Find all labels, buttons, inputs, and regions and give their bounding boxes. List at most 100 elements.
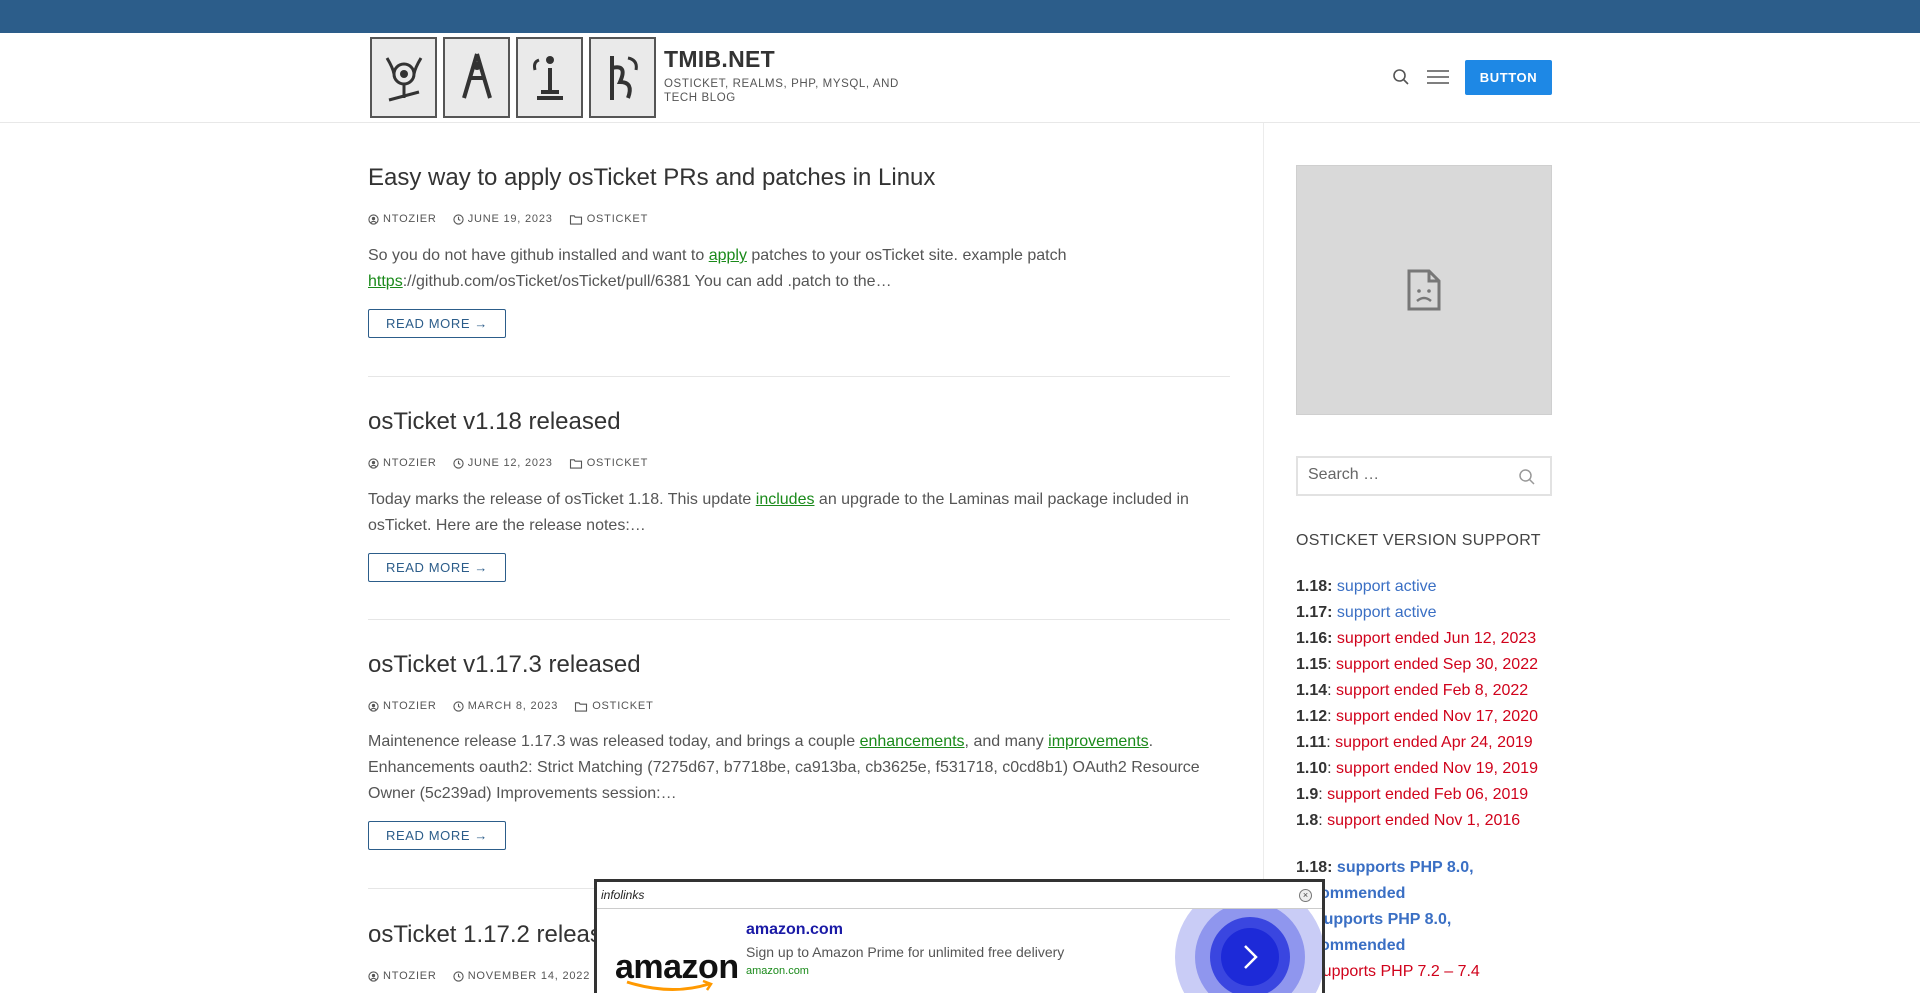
content-sidebar-divider [1263,123,1264,993]
version-row: 1.9: support ended Feb 06, 2019 [1296,782,1566,808]
sidebar-search-box [1296,456,1552,496]
post-meta: NTOZIER MARCH 8, 2023 OSTICKET [368,700,1230,712]
version-row: 1.17: support active [1296,600,1566,626]
site-logo[interactable] [370,37,656,120]
site-tagline: OSTICKET, REALMS, PHP, MYSQL, AND TECH B… [664,78,899,104]
excerpt-link[interactable]: enhancements [860,733,965,750]
post-category[interactable]: OSTICKET [569,213,648,225]
ad-description: Sign up to Amazon Prime for unlimited fr… [746,944,1065,960]
hamburger-menu-icon[interactable] [1427,68,1449,86]
post-author[interactable]: NTOZIER [368,213,437,225]
close-icon[interactable]: × [1299,889,1312,902]
post-date[interactable]: MARCH 8, 2023 [453,700,559,712]
version-status: support ended Feb 06, 2019 [1322,786,1529,803]
version-number: 1.16: [1296,630,1333,647]
version-status: support ended Nov 19, 2019 [1331,760,1538,777]
post-date-label: MARCH 8, 2023 [467,700,559,712]
version-number: 1.15 [1296,656,1328,673]
post-category[interactable]: OSTICKET [569,457,648,469]
read-more-button[interactable]: READ MORE → [368,309,506,338]
post-date[interactable]: NOVEMBER 14, 2022 [453,970,590,982]
post-article: Easy way to apply osTicket PRs and patch… [368,164,1230,338]
excerpt-text: Maintenence release 1.17.3 was released … [368,733,860,750]
post-title[interactable]: osTicket v1.17.3 released [368,651,1230,679]
post-author[interactable]: NTOZIER [368,457,437,469]
excerpt-text: So you do not have github installed and … [368,247,709,264]
ad-arrow-button[interactable] [1210,917,1290,993]
version-row: 1.16: support ended Jun 12, 2023 [1296,626,1566,652]
php-support-row: 1.18: supports PHP 8.0, [1296,855,1496,881]
ad-header-bar: infolinks × [597,882,1322,909]
user-icon [368,970,379,982]
folder-icon [569,214,582,225]
clock-icon [453,970,464,982]
ad-brand-label[interactable]: infolinks [601,888,644,902]
post-date[interactable]: JUNE 12, 2023 [453,457,553,469]
logo-tile-3 [516,37,583,118]
excerpt-text: ://github.com/osTicket/osTicket/pull/638… [402,273,892,290]
folder-icon [575,701,588,712]
post-author[interactable]: NTOZIER [368,700,437,712]
post-date-label: JUNE 12, 2023 [467,457,553,469]
excerpt-link[interactable]: improvements [1048,733,1148,750]
clock-icon [453,457,464,469]
user-icon [368,213,379,225]
version-status: support ended Nov 1, 2016 [1322,812,1521,829]
php-support-row: 6: supports PHP 7.2 – 7.4 [1296,959,1496,985]
post-date[interactable]: JUNE 19, 2023 [453,213,553,225]
version-number: 1.10 [1296,760,1328,777]
php-support-text: supports PHP 8.0, [1332,859,1474,876]
version-row: 1.18: support active [1296,574,1566,600]
version-row: 1.14: support ended Feb 8, 2022 [1296,678,1566,704]
infolinks-ad[interactable]: infolinks × amazon amazon.com Sign up to… [594,879,1325,993]
post-divider [368,376,1230,377]
sidebar-search-input[interactable] [1308,466,1508,484]
read-more-button[interactable]: READ MORE → [368,821,506,850]
excerpt-link[interactable]: apply [709,247,747,264]
version-row: 1.11: support ended Apr 24, 2019 [1296,730,1566,756]
post-category-label: OSTICKET [586,457,649,469]
post-author[interactable]: NTOZIER [368,970,437,982]
php-version-number: 1.18: [1296,859,1333,876]
post-category-label: OSTICKET [586,213,649,225]
user-icon [368,700,379,712]
post-category-label: OSTICKET [592,700,654,712]
ad-arrow-core [1221,928,1279,986]
excerpt-text: patches to your osTicket site. example p… [746,247,1067,264]
version-row: 1.12: support ended Nov 17, 2020 [1296,704,1566,730]
post-date-label: JUNE 19, 2023 [467,213,553,225]
post-author-label: NTOZIER [383,213,437,225]
post-category[interactable]: OSTICKET [574,700,653,712]
ad-url[interactable]: amazon.com [746,965,809,977]
post-meta: NTOZIER JUNE 12, 2023 OSTICKET [368,457,1230,469]
top-bar [0,0,1920,33]
php-support-text: supports PHP 7.2 – 7.4 [1310,963,1480,980]
excerpt-link[interactable]: includes [756,491,815,508]
post-title[interactable]: osTicket v1.18 released [368,408,1230,436]
header-search-icon[interactable] [1392,68,1410,86]
version-number: 1.17: [1296,604,1333,621]
header-button[interactable]: BUTTON [1465,60,1552,95]
version-number: 1.8 [1296,812,1319,829]
version-support-heading: OSTICKET VERSION SUPPORT [1296,532,1541,549]
post-author-label: NTOZIER [383,970,437,982]
post-divider [368,619,1230,620]
version-row: 1.10: support ended Nov 19, 2019 [1296,756,1566,782]
search-icon[interactable] [1518,468,1536,486]
ad-title[interactable]: amazon.com [746,921,843,939]
folder-icon [569,458,582,469]
version-number: 1.14 [1296,682,1328,699]
clock-icon [453,213,464,225]
excerpt-link[interactable]: https [368,273,403,290]
user-icon [368,457,379,469]
post-excerpt: Maintenence release 1.17.3 was released … [368,729,1230,807]
excerpt-text: , and many [964,733,1049,750]
logo-tile-4 [589,37,656,118]
logo-tile-1 [370,37,437,118]
post-title[interactable]: Easy way to apply osTicket PRs and patch… [368,164,1230,192]
version-row: 1.15: support ended Sep 30, 2022 [1296,652,1566,678]
site-title[interactable]: TMIB.NET [664,46,775,73]
post-meta: NTOZIER JUNE 19, 2023 OSTICKET [368,213,1230,225]
read-more-button[interactable]: READ MORE → [368,553,506,582]
post-author-label: NTOZIER [383,457,437,469]
